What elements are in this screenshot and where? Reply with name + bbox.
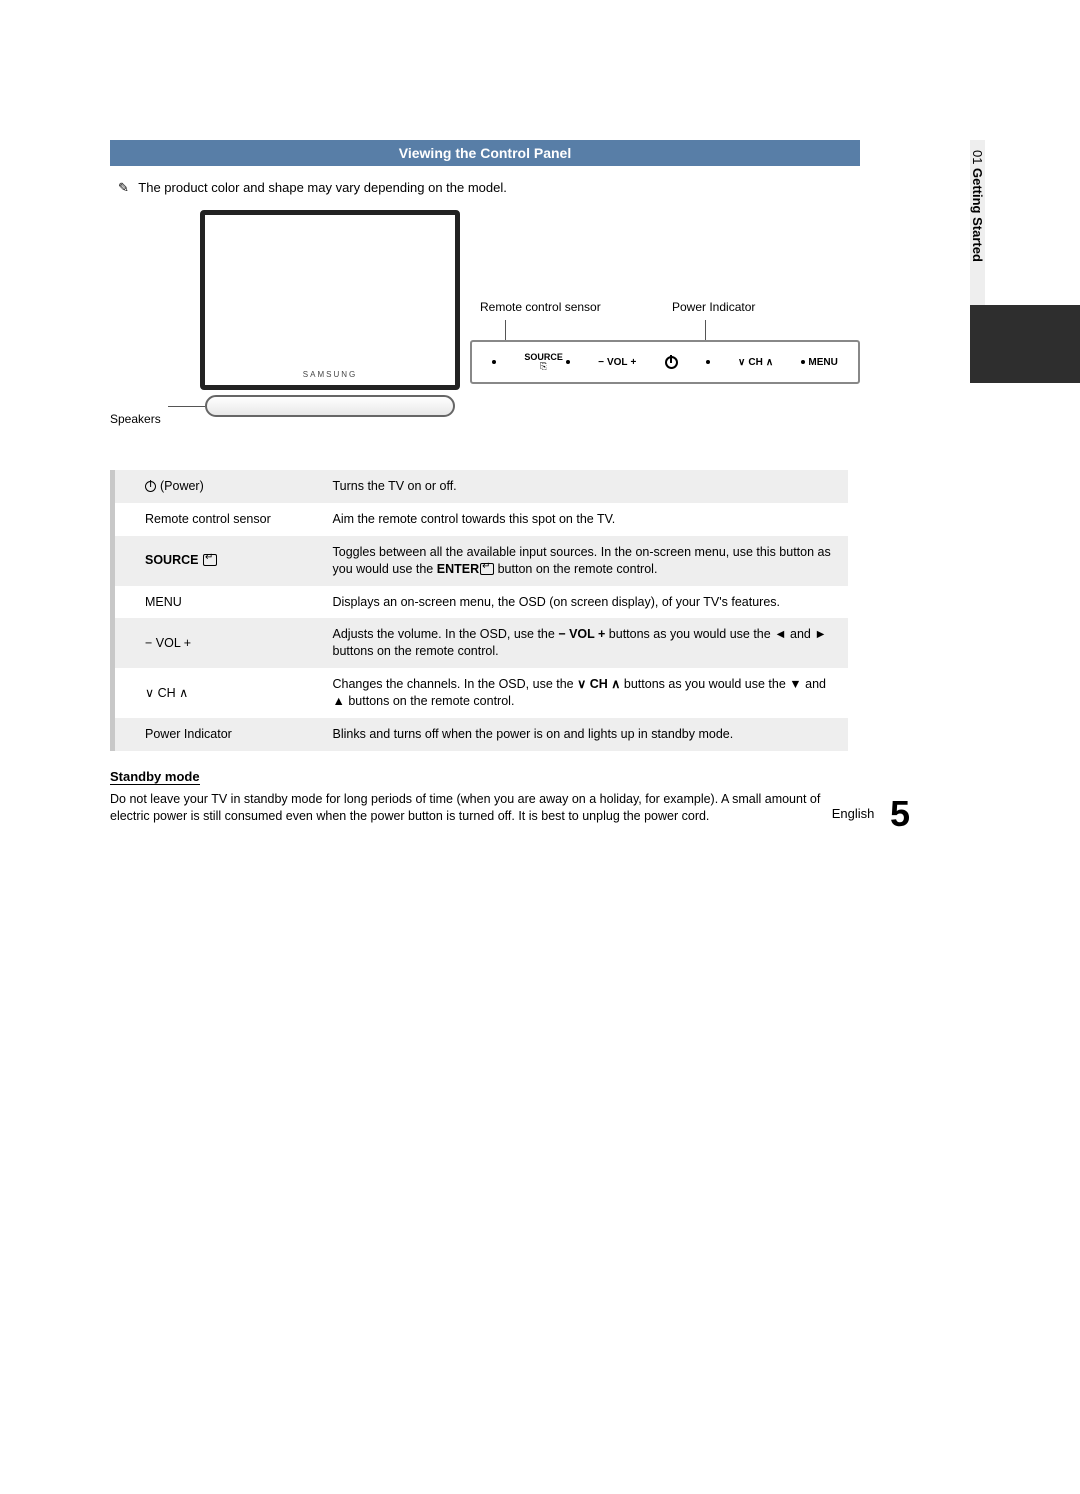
table-row: Remote control sensor Aim the remote con… [113,503,848,536]
table-row: − VOL + Adjusts the volume. In the OSD, … [113,618,848,668]
note-line: ✎ The product color and shape may vary d… [118,180,970,196]
row-label: ∨ CH ∧ [113,668,323,718]
leader-remote [505,320,506,340]
speakers-label: Speakers [110,412,161,426]
row-label: (Power) [160,479,204,493]
remote-sensor-label: Remote control sensor [480,300,601,314]
row-desc: Blinks and turns off when the power is o… [323,718,848,751]
chapter-tab: 01 Getting Started [970,140,1080,383]
table-row: MENU Displays an on-screen menu, the OSD… [113,586,848,619]
table-row: ∨ CH ∧ Changes the channels. In the OSD,… [113,668,848,718]
power-icon [665,356,678,369]
page-number: 5 [890,793,910,834]
row-desc: Aim the remote control towards this spot… [323,503,848,536]
row-label: SOURCE [145,553,198,567]
row-desc: Adjusts the volume. In the OSD, use the … [323,618,848,668]
speaker-leader [168,406,205,407]
footer-language: English [832,806,875,821]
speaker-bar [205,395,455,417]
row-label: Power Indicator [113,718,323,751]
enter-icon [480,563,494,575]
panel-menu: MENU [801,357,837,368]
chapter-number: 01 [970,150,1033,164]
page-footer: English 5 [832,793,910,835]
power-icon [145,481,156,492]
leader-power [705,320,706,340]
standby-text: Do not leave your TV in standby mode for… [110,791,850,825]
brand-logo: SAMSUNG [303,370,357,379]
enter-icon [203,554,217,566]
section-header: Viewing the Control Panel [110,140,860,166]
row-desc: Turns the TV on or off. [323,470,848,503]
panel-frame: SOURCE⎘ − VOL + ∨ CH ∧ MENU [470,340,860,384]
row-label: MENU [113,586,323,619]
power-indicator-label: Power Indicator [672,300,755,314]
control-panel-diagram: SAMSUNG Speakers Remote control sensor P… [110,210,970,440]
table-row: SOURCE Toggles between all the available… [113,536,848,586]
table-row: (Power) Turns the TV on or off. [113,470,848,503]
row-desc: Toggles between all the available input … [323,536,848,586]
note-icon: ✎ [118,180,129,195]
chapter-title: Getting Started [970,168,1010,262]
row-desc: Displays an on-screen menu, the OSD (on … [323,586,848,619]
chapter-tab-dark [970,305,1080,383]
panel-led-dot [706,360,710,364]
row-label: Remote control sensor [113,503,323,536]
panel-source: SOURCE⎘ [524,353,570,371]
row-desc: Changes the channels. In the OSD, use th… [323,668,848,718]
tv-body: SAMSUNG [200,210,460,390]
table-row: Power Indicator Blinks and turns off whe… [113,718,848,751]
panel-ch: ∨ CH ∧ [738,357,773,368]
panel-sensor-dot [492,360,496,364]
control-panel-table: (Power) Turns the TV on or off. Remote c… [110,470,850,751]
note-text: The product color and shape may vary dep… [138,180,507,195]
standby-heading: Standby mode [110,769,200,785]
row-label: − VOL + [113,618,323,668]
panel-power [665,356,678,369]
panel-vol: − VOL + [598,357,636,368]
